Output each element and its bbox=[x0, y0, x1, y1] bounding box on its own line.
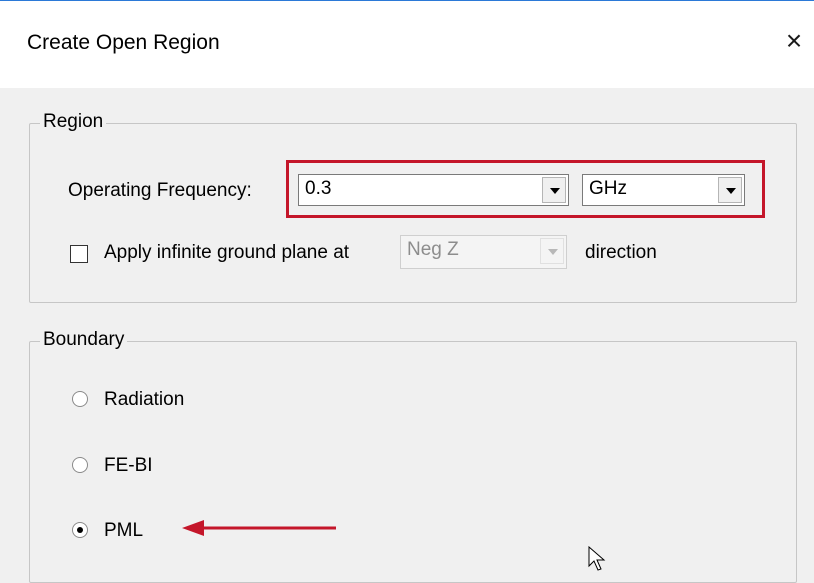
window-title: Create Open Region bbox=[27, 31, 220, 54]
unit-value: GHz bbox=[589, 178, 627, 199]
chevron-down-icon bbox=[540, 238, 564, 264]
boundary-legend: Boundary bbox=[40, 329, 128, 351]
frequency-combo[interactable]: 0.3 bbox=[298, 174, 569, 206]
chevron-down-icon[interactable] bbox=[718, 177, 742, 203]
dialog-body: Region Operating Frequency: 0.3 GHz Appl… bbox=[0, 88, 814, 583]
unit-combo[interactable]: GHz bbox=[582, 174, 745, 206]
close-icon[interactable]: × bbox=[782, 27, 806, 55]
mouse-cursor-icon bbox=[588, 546, 606, 571]
direction-value: Neg Z bbox=[407, 239, 459, 260]
radiation-radio[interactable] bbox=[72, 391, 88, 407]
frequency-value: 0.3 bbox=[305, 178, 332, 199]
region-legend: Region bbox=[40, 111, 107, 133]
pml-radio[interactable] bbox=[72, 522, 88, 538]
direction-suffix-label: direction bbox=[585, 242, 657, 263]
radio-selected-dot bbox=[77, 527, 83, 533]
ground-plane-checkbox[interactable] bbox=[70, 245, 88, 263]
febi-label[interactable]: FE-BI bbox=[104, 455, 153, 477]
operating-frequency-label: Operating Frequency: bbox=[68, 180, 252, 201]
febi-radio[interactable] bbox=[72, 457, 88, 473]
radiation-label[interactable]: Radiation bbox=[104, 389, 184, 411]
direction-combo: Neg Z bbox=[400, 235, 567, 269]
chevron-down-icon[interactable] bbox=[542, 177, 566, 203]
annotation-arrow-icon bbox=[182, 520, 336, 536]
pml-label[interactable]: PML bbox=[104, 520, 143, 542]
title-bar: Create Open Region × bbox=[0, 0, 814, 89]
ground-plane-label: Apply infinite ground plane at bbox=[104, 242, 350, 263]
